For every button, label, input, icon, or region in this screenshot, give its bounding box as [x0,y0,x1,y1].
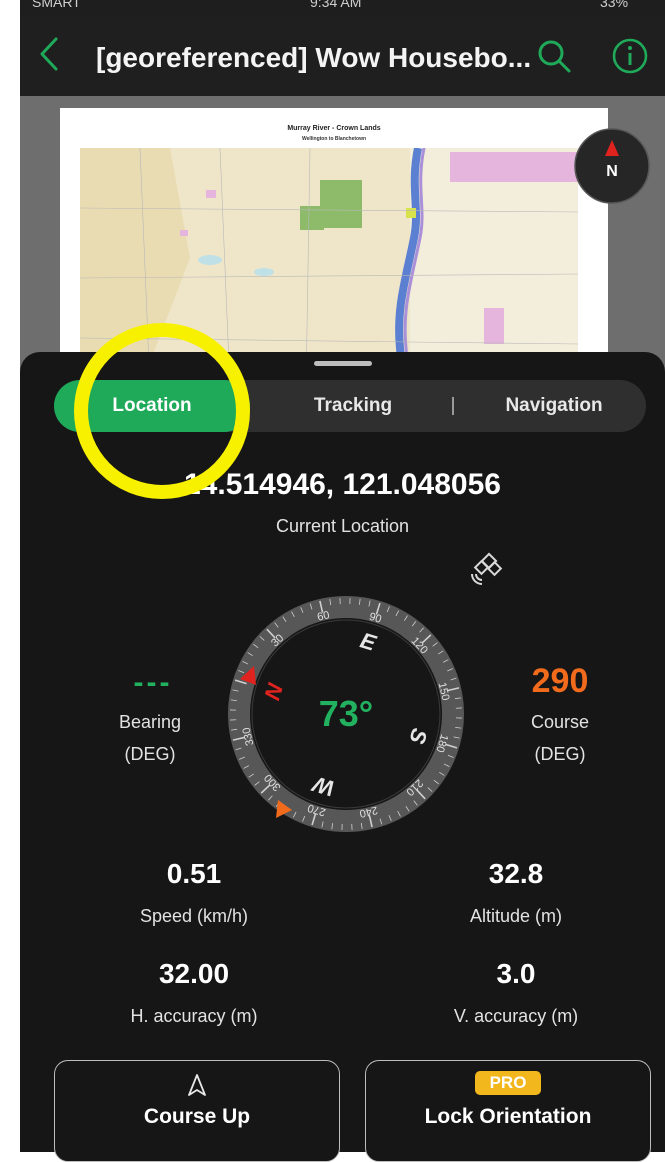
course-up-label: Course Up [55,1105,339,1129]
v-accuracy-value: 3.0 [406,958,626,990]
lock-orientation-button[interactable]: PRO Lock Orientation [365,1060,651,1162]
info-icon [610,36,650,76]
compass-north-label: N [606,163,618,180]
bearing-label: Bearing [100,712,200,733]
course-unit: (DEG) [510,744,610,765]
course-label: Course [510,712,610,733]
compass-dial-graphic: 306090120150180210240270300330 NESW 73° [216,584,476,844]
search-icon [534,36,574,76]
compass-dial: 306090120150180210240270300330 NESW 73° [216,584,476,844]
tab-location[interactable]: Location [54,380,250,432]
lock-orientation-label: Lock Orientation [366,1105,650,1129]
map-page[interactable]: Murray River - Crown Lands Wellington to… [60,108,608,378]
h-accuracy-value: 32.00 [84,958,304,990]
map-subtitle: Wellington to Blanchetown [60,136,608,142]
course-up-button[interactable]: Course Up [54,1060,340,1162]
course-value: 290 [510,662,610,701]
status-bar: SMART 9:34 AM 33% [20,0,665,16]
time-label: 9:34 AM [310,0,361,10]
speed-value: 0.51 [84,858,304,890]
tab-divider [452,397,454,415]
bearing-unit: (DEG) [100,744,200,765]
altitude-label: Altitude (m) [406,906,626,927]
document-title: [georeferenced] Wow Housebo... [96,42,536,74]
altitude-stat: 32.8 Altitude (m) [406,858,626,927]
h-accuracy-label: H. accuracy (m) [84,1006,304,1027]
map-compass-button[interactable]: N [572,126,652,206]
document-viewer[interactable]: Murray River - Crown Lands Wellington to… [20,96,665,376]
tab-navigation[interactable]: Navigation [464,380,644,432]
info-button[interactable] [610,36,650,76]
map-title: Murray River - Crown Lands [60,125,608,132]
battery-label: 33% [600,0,628,10]
v-accuracy-label: V. accuracy (m) [406,1006,626,1027]
h-accuracy-stat: 32.00 H. accuracy (m) [84,958,304,1027]
chevron-left-icon [34,36,64,72]
pro-badge: PRO [475,1071,541,1095]
compass-icon: N [572,126,652,206]
current-location-label: Current Location [20,516,665,537]
navigation-arrow-icon [185,1073,209,1097]
v-accuracy-stat: 3.0 V. accuracy (m) [406,958,626,1027]
altitude-value: 32.8 [406,858,626,890]
speed-stat: 0.51 Speed (km/h) [84,858,304,927]
header-bar: [georeferenced] Wow Housebo... [20,16,665,96]
back-button[interactable] [34,36,64,72]
speed-label: Speed (km/h) [84,906,304,927]
search-button[interactable] [534,36,574,76]
bearing-value: --- [108,666,198,700]
current-coordinates: 14.514946, 121.048056 [20,468,665,502]
tab-tracking[interactable]: Tracking [268,380,438,432]
tab-segment-control: Location Tracking Navigation [54,380,646,432]
bottom-sheet: Location Tracking Navigation 14.514946, … [20,352,665,1152]
compass-heading-value: 73° [319,693,373,734]
carrier-label: SMART [32,0,81,10]
sheet-drag-handle[interactable] [314,361,372,366]
